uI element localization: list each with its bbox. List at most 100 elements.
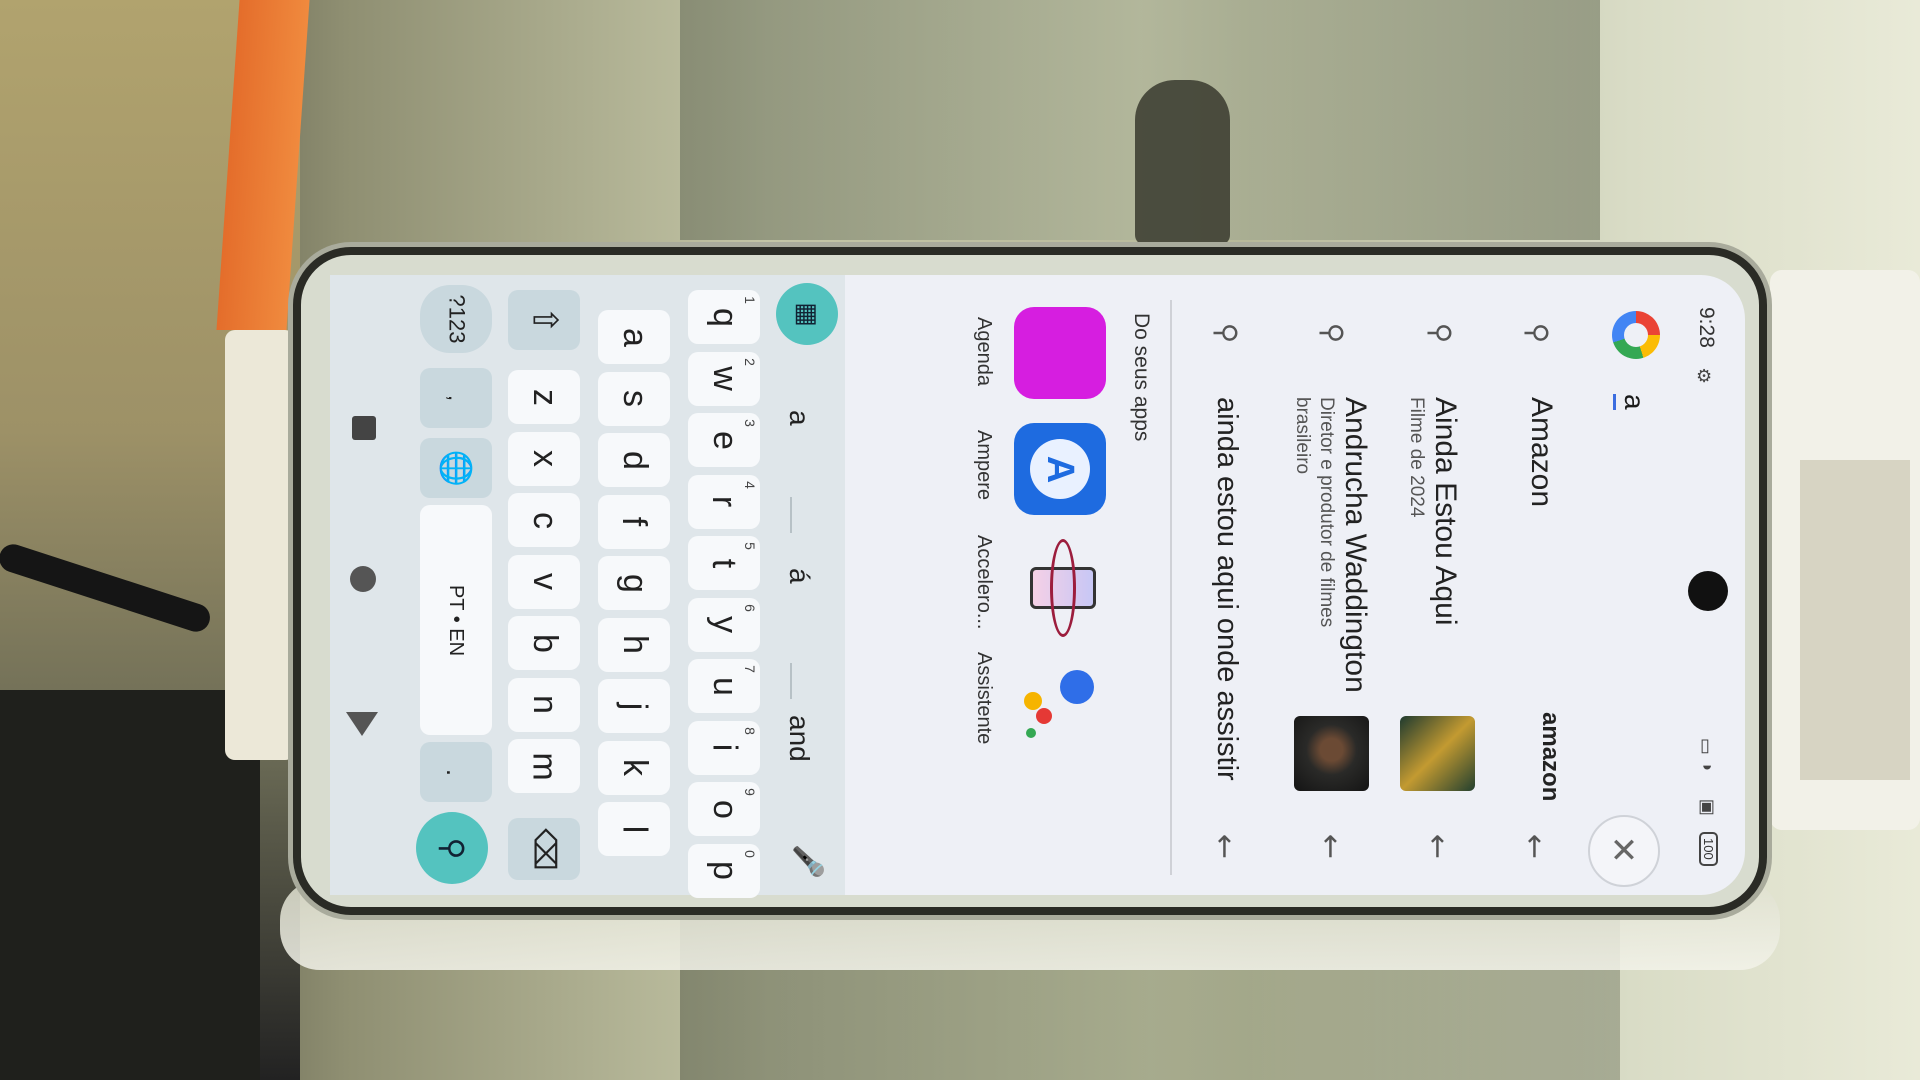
- key-number-hint: 5: [742, 542, 759, 550]
- key-k[interactable]: k: [598, 740, 670, 795]
- key-w[interactable]: w2: [688, 351, 760, 406]
- clear-search-button[interactable]: ✕: [1588, 815, 1660, 887]
- grid-icon: ▦: [792, 301, 823, 327]
- agenda-app-icon[interactable]: [1014, 307, 1106, 399]
- key-g[interactable]: g: [598, 556, 670, 610]
- key-c[interactable]: c: [508, 493, 580, 547]
- key-label: m: [525, 751, 564, 781]
- shift-icon: ⇧: [525, 305, 563, 335]
- key-r[interactable]: r4: [688, 474, 760, 529]
- key-f[interactable]: f: [598, 494, 670, 549]
- key-label: o: [705, 799, 744, 819]
- key-z[interactable]: z: [508, 370, 580, 424]
- back-button[interactable]: [346, 712, 378, 736]
- key-label: w: [705, 366, 744, 391]
- holder-sticker: [1800, 460, 1910, 780]
- search-action-key[interactable]: ⚲: [416, 812, 488, 884]
- keyboard-suggestion[interactable]: and: [783, 715, 815, 762]
- comma-key-label: ,: [444, 394, 469, 402]
- key-label: x: [525, 450, 564, 467]
- key-label: f: [615, 516, 654, 527]
- key-t[interactable]: t5: [688, 536, 760, 590]
- keyboard-apps-button[interactable]: ▦: [776, 283, 838, 345]
- close-icon: ✕: [1609, 832, 1639, 870]
- microphone-icon: 🎤: [792, 843, 824, 879]
- key-e[interactable]: e3: [688, 413, 760, 467]
- app-label: Ampere: [973, 430, 995, 501]
- person-photo-thumb: [1294, 716, 1369, 791]
- phone-holder-left: [225, 330, 295, 760]
- search-input[interactable]: a: [1613, 394, 1650, 410]
- assistant-app-icon[interactable]: [1014, 660, 1106, 752]
- language-switch-key[interactable]: 🌐: [420, 438, 492, 498]
- key-label: l: [615, 825, 654, 833]
- search-icon: ⚲: [435, 837, 469, 859]
- front-camera: [1688, 571, 1728, 611]
- key-number-hint: 7: [742, 665, 759, 673]
- key-number-hint: 6: [742, 603, 759, 612]
- key-label: e: [705, 430, 744, 450]
- battery-level: 100: [1701, 838, 1716, 860]
- key-o[interactable]: o9: [688, 782, 760, 836]
- key-label: v: [525, 573, 564, 590]
- key-y[interactable]: y6: [688, 597, 760, 652]
- section-divider: [1170, 300, 1172, 875]
- assistant-dot-yellow: [1024, 692, 1042, 710]
- shift-key[interactable]: ⇧: [508, 290, 580, 350]
- period-key[interactable]: .: [420, 742, 492, 802]
- sim-off-icon: ▣: [1698, 796, 1716, 816]
- search-icon: ⚲: [1425, 322, 1457, 344]
- key-q[interactable]: q1: [688, 290, 760, 344]
- search-icon: ⚲: [1317, 322, 1349, 344]
- suggestion-title[interactable]: Andrucha Waddington: [1338, 397, 1372, 693]
- recents-button[interactable]: [352, 416, 376, 440]
- space-key[interactable]: PT • EN: [420, 505, 492, 735]
- key-j[interactable]: j: [598, 679, 670, 733]
- key-s[interactable]: s: [598, 371, 670, 426]
- suggestion-title[interactable]: ainda estou aqui onde assistir: [1210, 397, 1243, 781]
- key-v[interactable]: v: [508, 554, 580, 609]
- comma-emoji-key[interactable]: ,: [420, 368, 492, 428]
- assistant-dot-red: [1036, 708, 1052, 724]
- key-u[interactable]: u7: [688, 659, 760, 713]
- key-label: t: [705, 558, 744, 568]
- key-label: j: [615, 702, 654, 710]
- backspace-key[interactable]: ⌫: [508, 818, 580, 880]
- key-d[interactable]: d: [598, 433, 670, 487]
- ampere-logo-icon: A: [1030, 439, 1090, 499]
- home-button[interactable]: [350, 566, 376, 592]
- battery-indicator: 100: [1699, 832, 1718, 866]
- key-label: a: [615, 327, 654, 347]
- suggestion-subtitle: Diretor e produtor de filmes brasileiro: [1292, 397, 1337, 628]
- keyboard-suggestion[interactable]: á: [783, 568, 815, 584]
- accelerometer-app-icon[interactable]: [1014, 539, 1106, 637]
- key-i[interactable]: i8: [688, 720, 760, 775]
- key-number-hint: 3: [742, 419, 759, 427]
- key-label: b: [525, 633, 564, 653]
- key-label: z: [525, 388, 564, 406]
- key-label: k: [615, 759, 654, 776]
- key-label: n: [525, 695, 564, 714]
- key-n[interactable]: n: [508, 677, 580, 732]
- ampere-app-icon[interactable]: A: [1014, 423, 1106, 515]
- key-label: y: [705, 616, 744, 633]
- key-h[interactable]: h: [598, 617, 670, 672]
- wifi-icon: ◗: [1698, 762, 1718, 773]
- google-logo-icon: [1612, 311, 1660, 359]
- app-label: Assistente: [973, 652, 995, 745]
- symbols-key[interactable]: ?123: [420, 285, 492, 353]
- key-label: s: [615, 390, 654, 407]
- key-l[interactable]: l: [598, 802, 670, 856]
- symbols-key-label: ?123: [443, 294, 469, 344]
- key-x[interactable]: x: [508, 431, 580, 486]
- key-m[interactable]: m: [508, 739, 580, 793]
- key-p[interactable]: p0: [688, 843, 760, 898]
- suggestion-title[interactable]: Amazon: [1524, 397, 1558, 507]
- key-number-hint: 9: [742, 788, 759, 796]
- key-a[interactable]: a: [598, 310, 670, 364]
- key-b[interactable]: b: [508, 616, 580, 670]
- keyboard-suggestion[interactable]: a: [783, 410, 815, 426]
- suggestion-title[interactable]: Ainda Estou Aqui: [1428, 397, 1462, 626]
- nfc-icon: ▯: [1700, 735, 1710, 755]
- voice-input-button[interactable]: 🎤: [778, 831, 838, 891]
